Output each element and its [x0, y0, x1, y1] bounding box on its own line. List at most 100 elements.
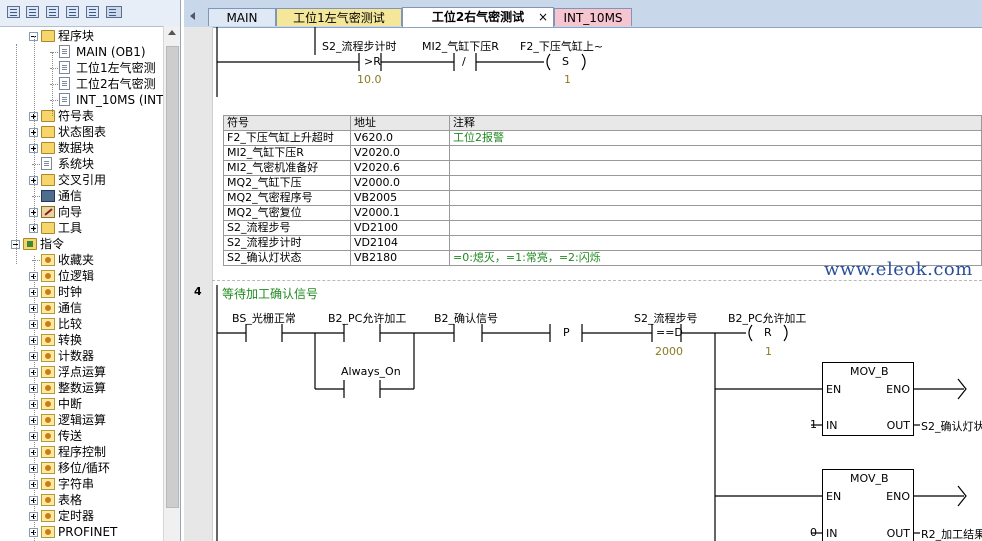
edge-detector: P [563, 326, 570, 339]
tree-item-label: 指令 [40, 237, 65, 251]
tree-guide-line [52, 52, 53, 116]
view-icon[interactable] [7, 6, 20, 18]
scroll-thumb[interactable] [166, 46, 179, 508]
tree-item[interactable]: 计数器 [0, 348, 163, 364]
instruction-icon [41, 302, 55, 314]
tree-item[interactable]: 工具 [0, 220, 163, 236]
tree-item-label: 收藏夹 [58, 253, 95, 267]
tree-item[interactable]: 收藏夹 [0, 252, 163, 268]
comment-cell [449, 175, 982, 191]
instruction-icon [41, 270, 55, 282]
table-row: F2_下压气缸上升超时 V620.0 工位2报警 [223, 130, 982, 146]
monitor-icon[interactable] [106, 6, 122, 18]
tree-item[interactable]: PROFINET [0, 524, 163, 540]
contact-label: B2_确认信号 [434, 312, 499, 325]
tab-label: MAIN [226, 11, 258, 25]
tab-main[interactable]: MAIN [208, 8, 276, 26]
tree-item[interactable]: 转换 [0, 332, 163, 348]
tree-item[interactable]: 向导 [0, 204, 163, 220]
comment-cell [449, 160, 982, 176]
program-doc-icon [59, 61, 70, 74]
wizard-icon [41, 206, 55, 218]
table-row: MQ2_气密程序号 VB2005 [223, 190, 982, 206]
tree-item[interactable]: 移位/循环 [0, 460, 163, 476]
tab-int-10ms[interactable]: INT_10MS [554, 8, 632, 26]
tab-label: 工位1左气密测试 [293, 11, 385, 25]
compare-value: 2000 [655, 345, 683, 358]
program-doc-icon [59, 77, 70, 90]
tab-label: 工位2右气密测试 [431, 10, 525, 24]
tree-item[interactable]: 位逻辑 [0, 268, 163, 284]
tree-item[interactable]: 工位2右气密测 [0, 76, 163, 92]
tree-item[interactable]: 指令 [0, 236, 163, 252]
en-pin: EN [826, 383, 842, 396]
symbol-cell: MI2_气缸下压R [223, 145, 351, 161]
tree-item[interactable]: 定时器 [0, 508, 163, 524]
tree-item[interactable]: 浮点运算 [0, 364, 163, 380]
tree-item[interactable]: 字符串 [0, 476, 163, 492]
tree-item[interactable]: INT_10MS (INT [0, 92, 163, 108]
eno-pin: ENO [886, 383, 910, 396]
contact-operator: / [462, 55, 466, 68]
symbol-cell: MQ2_气缸下压 [223, 175, 351, 191]
document-icon[interactable] [46, 6, 59, 18]
tree-item[interactable]: 比较 [0, 316, 163, 332]
list-icon[interactable] [26, 6, 39, 18]
tree-item[interactable]: 表格 [0, 492, 163, 508]
contact-label: S2_流程步计时 [322, 40, 397, 53]
table-row: S2_流程步计时 VD2104 [223, 235, 982, 251]
page-icon[interactable] [66, 6, 79, 18]
tree-item-label: 字符串 [58, 477, 95, 491]
tree-item-label: 整数运算 [58, 381, 107, 395]
table-row: MQ2_气缸下压 V2000.0 [223, 175, 982, 191]
table-row: S2_流程步号 VD2100 [223, 220, 982, 236]
address-cell: V620.0 [350, 130, 450, 146]
mov-b-block[interactable]: MOV_B EN ENO IN OUT [822, 469, 914, 541]
tree-item[interactable]: 程序控制 [0, 444, 163, 460]
tree-item[interactable]: MAIN (OB1) [0, 44, 163, 60]
tree-item[interactable]: 通信 [0, 188, 163, 204]
tab-station2[interactable]: 工位2右气密测试 × [402, 7, 554, 27]
folder-icon [41, 126, 55, 138]
tree-item-label: 系统块 [58, 157, 95, 171]
tree-item[interactable]: 符号表 [0, 108, 163, 124]
tree-item[interactable]: 数据块 [0, 140, 163, 156]
tree-item[interactable]: 系统块 [0, 156, 163, 172]
scroll-up-arrow-icon[interactable] [168, 30, 176, 35]
tree-item[interactable]: 通信 [0, 300, 163, 316]
tree-scrollbar[interactable] [163, 26, 180, 541]
tree-item[interactable]: 时钟 [0, 284, 163, 300]
mov-b-block[interactable]: MOV_B EN ENO IN OUT [822, 362, 914, 436]
tree-item-label: 程序控制 [58, 445, 107, 459]
contact-label: BS_光栅正常 [232, 312, 296, 325]
close-tab-icon[interactable]: × [538, 8, 548, 26]
tree-item[interactable]: 整数运算 [0, 380, 163, 396]
tree-item[interactable]: 交叉引用 [0, 172, 163, 188]
tree-item-label: 移位/循环 [58, 461, 111, 475]
coil-value: 1 [564, 73, 571, 86]
tree-item[interactable]: 程序块 [0, 28, 163, 44]
tree-item-label: 中断 [58, 397, 83, 411]
tab-scroll-left-icon[interactable] [190, 12, 195, 20]
tree-item-label: 比较 [58, 317, 83, 331]
address-cell: V2000.1 [350, 205, 450, 221]
folder-icon [41, 174, 55, 186]
project-tree-toolbar [0, 0, 180, 27]
tree-item[interactable]: 工位1左气密测 [0, 60, 163, 76]
tree-item[interactable]: 状态图表 [0, 124, 163, 140]
in-value: 0 [810, 526, 817, 539]
table-icon[interactable] [86, 6, 99, 18]
tree-item[interactable]: 传送 [0, 428, 163, 444]
tree-item-label: 通信 [58, 189, 83, 203]
tree-item-label: 时钟 [58, 285, 83, 299]
column-header: 地址 [350, 115, 450, 131]
instruction-icon [41, 446, 55, 458]
block-title: MOV_B [850, 365, 889, 378]
network-separator [212, 280, 982, 281]
tree-item[interactable]: 逻辑运算 [0, 412, 163, 428]
tree-item-label: 转换 [58, 333, 83, 347]
in-pin: IN [826, 527, 838, 540]
instruction-icon [41, 414, 55, 426]
tab-station1[interactable]: 工位1左气密测试 [276, 8, 402, 26]
tree-item[interactable]: 中断 [0, 396, 163, 412]
